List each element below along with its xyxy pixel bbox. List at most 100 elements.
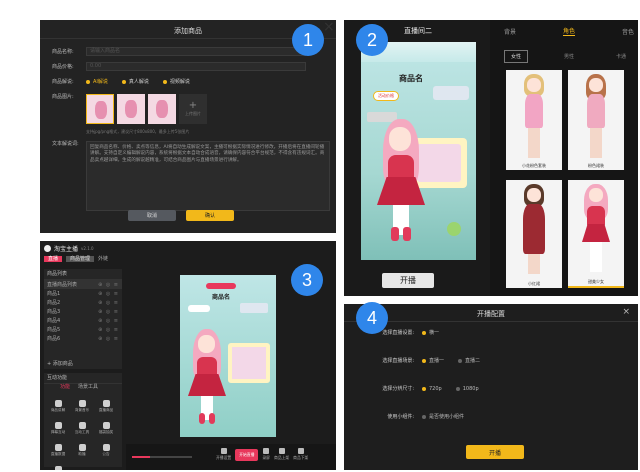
row-actions-icon[interactable]: ⊕ ◎ ≡ bbox=[98, 309, 119, 315]
tool-button[interactable]: 设置 bbox=[46, 461, 70, 470]
add-product-button[interactable]: + 添加商品 bbox=[47, 361, 73, 367]
tool-icon bbox=[102, 421, 110, 429]
table-row[interactable]: 商品1 ⊕ ◎ ≡ bbox=[44, 289, 122, 298]
config-option[interactable]: 直播二 bbox=[458, 358, 480, 364]
function-panel: 互动功能 功能 场景工具 商品讲解 背景音乐 直播商品 弹幕互动 互动工具 福袋抽奖 直播数… bbox=[44, 373, 122, 470]
subtab-male[interactable]: 男性 bbox=[558, 51, 580, 62]
tab-background[interactable]: 背景 bbox=[504, 27, 516, 36]
tool-button[interactable]: 福袋抽奖 bbox=[94, 417, 118, 439]
explain-option-ai[interactable]: AI解说 bbox=[86, 79, 108, 85]
toolbar-button[interactable]: 录屏 bbox=[262, 448, 270, 461]
toolbar-icon bbox=[297, 448, 304, 454]
start-live-button[interactable]: 开播 bbox=[382, 273, 434, 288]
close-icon[interactable]: × bbox=[622, 307, 630, 317]
badge-1: 1 bbox=[292, 24, 324, 56]
table-row[interactable]: 直播商品列表 ⊕ ◎ ≡ bbox=[44, 280, 122, 289]
name-input[interactable]: 请输入商品名 bbox=[86, 47, 306, 56]
live-room-panel: 直播间二 商品名 活动价格 开播 背景 角色 音色 女性 男性 卡通 小花粉色套… bbox=[344, 20, 638, 296]
config-option[interactable]: 横一 bbox=[422, 330, 439, 336]
subtab-cartoon[interactable]: 卡通 bbox=[610, 51, 632, 62]
tool-button[interactable]: 背景音乐 bbox=[70, 395, 94, 417]
start-live-button[interactable]: 开始直播 bbox=[235, 448, 259, 461]
upload-image-button[interactable]: + 上传图片 bbox=[179, 94, 207, 124]
tool-button[interactable]: 商品讲解 bbox=[46, 395, 70, 417]
toolbar-button[interactable]: 商品上架 bbox=[274, 448, 289, 461]
radio-icon bbox=[455, 387, 460, 391]
tool-icon bbox=[54, 443, 62, 451]
config-row: 选择直播场景: 直播一 直播二 bbox=[382, 358, 481, 364]
tab-external[interactable]: 外链 bbox=[98, 256, 108, 262]
product-name: 商品名 bbox=[399, 74, 423, 83]
price-input[interactable]: 0.00 bbox=[86, 62, 306, 71]
tool-icon bbox=[78, 421, 86, 429]
radio-icon bbox=[422, 415, 426, 419]
role-card-4[interactable]: 甜美少女 bbox=[568, 180, 624, 288]
start-live-button[interactable]: 开播 bbox=[466, 445, 524, 459]
name-label: 商品名称: bbox=[52, 48, 74, 55]
plus-icon: + bbox=[188, 100, 198, 111]
tab-function[interactable]: 功能 bbox=[60, 384, 70, 390]
explain-option-human[interactable]: 真人解说 bbox=[121, 79, 149, 85]
product-image-2[interactable] bbox=[117, 94, 145, 124]
row-actions-icon[interactable]: ⊕ ◎ ≡ bbox=[98, 327, 119, 333]
radio-icon bbox=[422, 331, 426, 335]
image-label: 商品图片: bbox=[52, 94, 74, 100]
tab-role[interactable]: 角色 bbox=[562, 26, 575, 36]
table-row[interactable]: 商品4 ⊕ ◎ ≡ bbox=[44, 316, 122, 325]
config-option[interactable]: 720p bbox=[422, 386, 442, 392]
config-row: 使用小组件: 是否使用小组件 bbox=[387, 414, 465, 420]
product-image-1[interactable] bbox=[86, 94, 114, 124]
close-icon[interactable]: × bbox=[323, 20, 337, 34]
product-list: 商品列表 直播商品列表 ⊕ ◎ ≡ 商品1 ⊕ ◎ ≡ 商品2 ⊕ ◎ ≡ 商品3 ⊕ ◎ ≡… bbox=[44, 269, 122, 369]
tab-live[interactable]: 直播 bbox=[44, 256, 63, 262]
phone-preview: 商品名 活动价格 bbox=[361, 42, 476, 260]
config-option[interactable]: 是否使用小组件 bbox=[422, 414, 464, 420]
tool-button[interactable]: 互动工具 bbox=[70, 417, 94, 439]
image-hint: 支持jpg/png格式，建议尺寸800x800，最多上传5张图片 bbox=[86, 129, 190, 134]
table-row[interactable]: 商品6 ⊕ ◎ ≡ bbox=[44, 334, 122, 343]
table-row[interactable]: 商品2 ⊕ ◎ ≡ bbox=[44, 298, 122, 307]
avatar-character bbox=[371, 117, 431, 257]
text-explain-textarea[interactable]: 回复商品名称、价格、卖点等信息，AI将自动生成解说文案，主播可根据实际情况进行修… bbox=[86, 141, 330, 211]
tool-button[interactable]: 弹幕互动 bbox=[46, 417, 70, 439]
tool-button[interactable]: 助播 bbox=[70, 439, 94, 461]
toolbar-button[interactable]: 开播设置 bbox=[216, 448, 231, 461]
row-actions-icon[interactable]: ⊕ ◎ ≡ bbox=[98, 291, 119, 297]
table-row[interactable]: 商品5 ⊕ ◎ ≡ bbox=[44, 325, 122, 334]
confirm-button[interactable]: 确认 bbox=[186, 210, 234, 221]
radio-icon bbox=[458, 359, 463, 363]
table-row[interactable]: 商品3 ⊕ ◎ ≡ bbox=[44, 307, 122, 316]
price-label: 商品价格: bbox=[52, 63, 74, 70]
radio-icon bbox=[422, 387, 426, 391]
toolbar-icon bbox=[220, 448, 227, 454]
role-card-3[interactable]: 小红裙 bbox=[506, 180, 562, 288]
tool-icon bbox=[78, 443, 86, 451]
toolbar-button[interactable]: 商品下架 bbox=[293, 448, 308, 461]
tool-button[interactable]: 直播商品 bbox=[94, 395, 118, 417]
explain-option-video[interactable]: 视频解说 bbox=[162, 79, 190, 85]
app-logo-icon bbox=[44, 245, 51, 252]
toolbar-icon bbox=[263, 448, 270, 454]
row-actions-icon[interactable]: ⊕ ◎ ≡ bbox=[98, 318, 119, 324]
subtab-female[interactable]: 女性 bbox=[504, 50, 529, 63]
tool-button[interactable]: 直播数据 bbox=[46, 439, 70, 461]
tool-button[interactable]: 公告 bbox=[94, 439, 118, 461]
tab-voice[interactable]: 音色 bbox=[622, 27, 634, 36]
radio-icon bbox=[422, 359, 426, 363]
text-label: 文本解说词: bbox=[52, 141, 79, 147]
row-actions-icon[interactable]: ⊕ ◎ ≡ bbox=[98, 300, 119, 306]
tab-product-manage[interactable]: 商品管理 bbox=[66, 256, 95, 262]
row-actions-icon[interactable]: ⊕ ◎ ≡ bbox=[98, 336, 119, 342]
product-image-3[interactable] bbox=[148, 94, 176, 124]
cancel-button[interactable]: 取消 bbox=[128, 210, 176, 221]
role-card-1[interactable]: 小花粉色套装 bbox=[506, 70, 562, 170]
tab-scene-tools[interactable]: 场景工具 bbox=[78, 384, 98, 390]
badge-2: 2 bbox=[356, 24, 388, 56]
tool-icon bbox=[102, 399, 110, 407]
row-actions-icon[interactable]: ⊕ ◎ ≡ bbox=[98, 282, 119, 288]
role-card-2[interactable]: 粉色裙装 bbox=[568, 70, 624, 170]
toolbar-icon bbox=[278, 448, 285, 454]
config-option[interactable]: 1080p bbox=[455, 386, 479, 392]
config-option[interactable]: 直播一 bbox=[422, 358, 444, 364]
volume-slider[interactable] bbox=[132, 456, 192, 458]
